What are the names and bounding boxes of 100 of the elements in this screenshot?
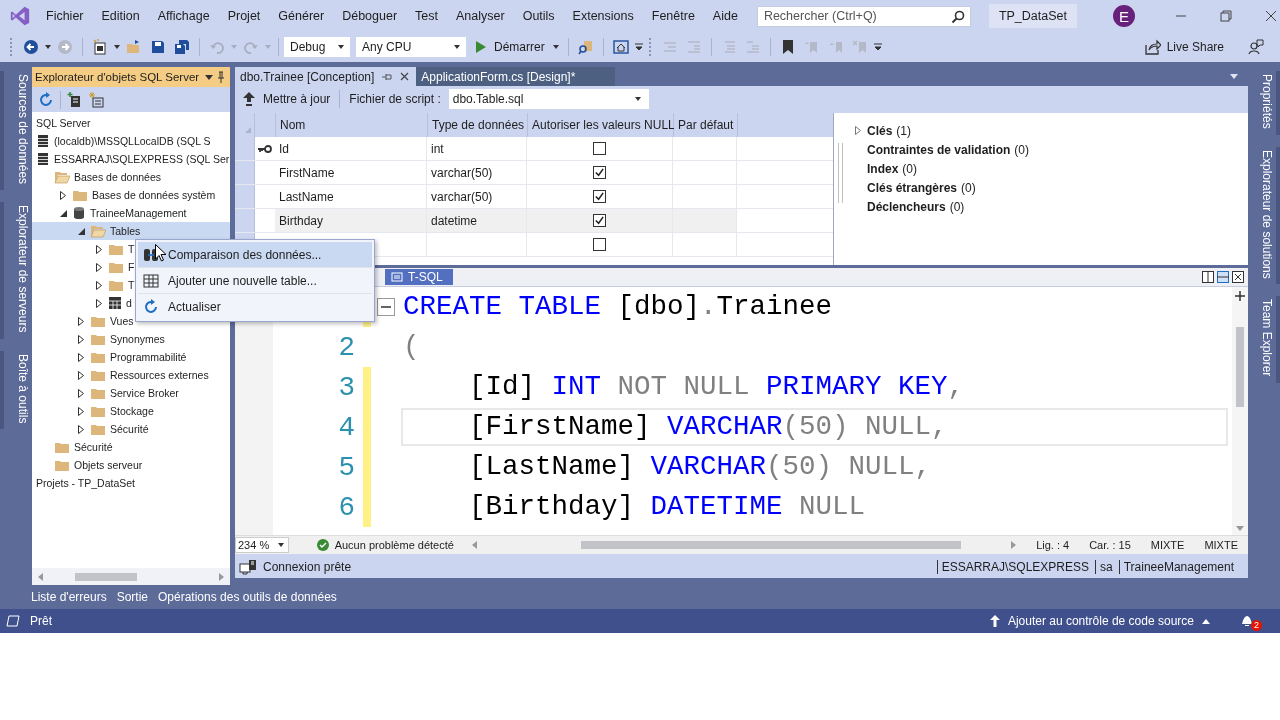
- side-tab[interactable]: Team Explorer: [1252, 296, 1280, 383]
- new-query-icon[interactable]: [89, 91, 105, 108]
- search-field[interactable]: Rechercher (Ctrl+Q): [756, 5, 971, 27]
- checkbox[interactable]: [593, 190, 606, 203]
- collapse-arrow-icon[interactable]: [59, 209, 67, 217]
- save-icon[interactable]: [150, 39, 166, 55]
- configuration-dropdown[interactable]: Debug: [284, 37, 350, 57]
- pin-icon[interactable]: [216, 71, 226, 83]
- caret-icon[interactable]: [552, 45, 559, 49]
- overflow-caret-icon[interactable]: [873, 43, 882, 51]
- tree-item[interactable]: ESSARRAJ\SQLEXPRESS (SQL Ser: [32, 150, 230, 168]
- caret-icon[interactable]: [277, 543, 284, 547]
- find-in-files-icon[interactable]: [577, 39, 594, 55]
- caret-icon[interactable]: [1202, 618, 1210, 624]
- issues-status[interactable]: Aucun problème détecté: [334, 539, 454, 551]
- checkbox[interactable]: [593, 142, 606, 155]
- menu-item[interactable]: Fichier: [37, 9, 93, 23]
- close-icon[interactable]: [400, 72, 410, 81]
- close-icon[interactable]: [1265, 10, 1277, 22]
- tree-item[interactable]: Stockage: [32, 402, 230, 420]
- tree-item[interactable]: Sécurité: [32, 438, 230, 456]
- add-server-icon[interactable]: [67, 91, 83, 108]
- menu-item[interactable]: Générer: [269, 9, 334, 23]
- expand-arrow-icon[interactable]: [78, 388, 84, 398]
- expand-arrow-icon[interactable]: [78, 334, 84, 344]
- split-horizontal-icon[interactable]: [1217, 271, 1229, 283]
- side-tab[interactable]: Explorateur de solutions: [1252, 146, 1280, 285]
- property-group-name[interactable]: Clés: [867, 123, 893, 138]
- tool-window-tab[interactable]: Liste d'erreurs: [26, 590, 112, 604]
- expand-arrow-icon[interactable]: [78, 424, 84, 434]
- save-all-icon[interactable]: [174, 39, 190, 55]
- tree-item[interactable]: TraineeManagement: [32, 204, 230, 222]
- tree-item[interactable]: (localdb)\MSSQLLocalDB (SQL S: [32, 132, 230, 150]
- scrollbar-thumb[interactable]: [75, 572, 137, 581]
- caret-icon[interactable]: [454, 45, 460, 49]
- side-tab[interactable]: Propriétés: [1252, 71, 1280, 135]
- expand-arrow-icon[interactable]: [96, 280, 102, 290]
- update-button[interactable]: Mettre à jour: [243, 92, 335, 106]
- tool-window-tab[interactable]: Sortie: [111, 590, 153, 604]
- table-cell[interactable]: [673, 209, 737, 232]
- tab-list-caret-icon[interactable]: [1230, 74, 1238, 79]
- document-tab[interactable]: ApplicationForm.cs [Design]*: [416, 67, 616, 86]
- checkbox[interactable]: [593, 166, 606, 179]
- tree-item[interactable]: Projets - TP_DataSet: [32, 474, 230, 492]
- share-icon[interactable]: [1144, 39, 1161, 55]
- menu-item[interactable]: Test: [406, 9, 447, 23]
- split-vertical-icon[interactable]: [1202, 271, 1214, 283]
- line-ending-mode[interactable]: MIXTE: [1204, 539, 1238, 551]
- column-header[interactable]: Nom: [276, 113, 428, 137]
- back-icon[interactable]: [23, 39, 39, 55]
- tree-item[interactable]: Bases de données: [32, 168, 230, 186]
- caret-icon[interactable]: [45, 45, 51, 49]
- collapse-region-icon[interactable]: [377, 298, 395, 316]
- expand-arrow-icon[interactable]: [96, 244, 102, 254]
- live-share-button[interactable]: Live Share: [1138, 38, 1230, 56]
- expand-arrow-icon[interactable]: [60, 190, 66, 200]
- account-avatar[interactable]: E: [1113, 5, 1135, 27]
- column-header[interactable]: Autoriser les valeurs NULL: [528, 113, 674, 137]
- script-file-dropdown[interactable]: dbo.Table.sql: [448, 89, 649, 109]
- tree-item[interactable]: Sécurité: [32, 420, 230, 438]
- search-icon[interactable]: [950, 9, 965, 24]
- tree-item[interactable]: Programmabilité: [32, 348, 230, 366]
- tree-item[interactable]: Bases de données systèm: [32, 186, 230, 204]
- caret-icon[interactable]: [205, 74, 213, 80]
- open-folder-icon[interactable]: [126, 39, 142, 55]
- menu-item[interactable]: Projet: [218, 9, 270, 23]
- checkbox[interactable]: [593, 214, 606, 227]
- caret-icon[interactable]: [114, 45, 120, 49]
- tool-window-tab[interactable]: Opérations des outils de données: [153, 590, 342, 604]
- caret-icon[interactable]: [634, 97, 641, 101]
- checkbox[interactable]: [593, 238, 606, 251]
- pin-icon[interactable]: [382, 72, 393, 81]
- collapse-pane-icon[interactable]: [1232, 271, 1244, 283]
- tree-item[interactable]: Tables: [32, 222, 230, 240]
- scroll-left-icon[interactable]: [38, 572, 43, 581]
- menu-item[interactable]: Edition: [92, 9, 149, 23]
- notifications-icon[interactable]: [1240, 614, 1254, 628]
- editor-tab[interactable]: T-SQL: [385, 269, 453, 285]
- document-tab[interactable]: dbo.Trainee [Conception]: [235, 67, 417, 86]
- start-button[interactable]: Démarrer: [472, 40, 563, 54]
- menu-item[interactable]: Déboguer: [333, 9, 407, 23]
- tree-item[interactable]: Objets serveur: [32, 456, 230, 474]
- menu-item[interactable]: Analyser: [447, 9, 514, 23]
- property-group-name[interactable]: Clés étrangères: [867, 180, 958, 195]
- expand-arrow-icon[interactable]: [78, 316, 84, 326]
- play-icon[interactable]: [476, 41, 486, 53]
- split-editor-icon[interactable]: [1235, 291, 1245, 301]
- menu-item[interactable]: Ajouter une nouvelle table...: [138, 268, 372, 294]
- scroll-right-icon[interactable]: [219, 572, 224, 581]
- tree-item[interactable]: Synonymes: [32, 330, 230, 348]
- new-project-icon[interactable]: [92, 39, 108, 55]
- restore-icon[interactable]: [1220, 10, 1232, 22]
- line-ending-mode[interactable]: MIXTE: [1150, 539, 1185, 551]
- refresh-icon[interactable]: [38, 91, 54, 108]
- menu-item[interactable]: Fenêtre: [642, 9, 704, 23]
- menu-item[interactable]: Comparaison des données...: [138, 242, 372, 268]
- tree-item[interactable]: SQL Server: [32, 114, 230, 132]
- up-arrow-icon[interactable]: [989, 615, 1000, 627]
- tree-item[interactable]: Ressources externes: [32, 366, 230, 384]
- scrollbar-thumb[interactable]: [1236, 327, 1244, 407]
